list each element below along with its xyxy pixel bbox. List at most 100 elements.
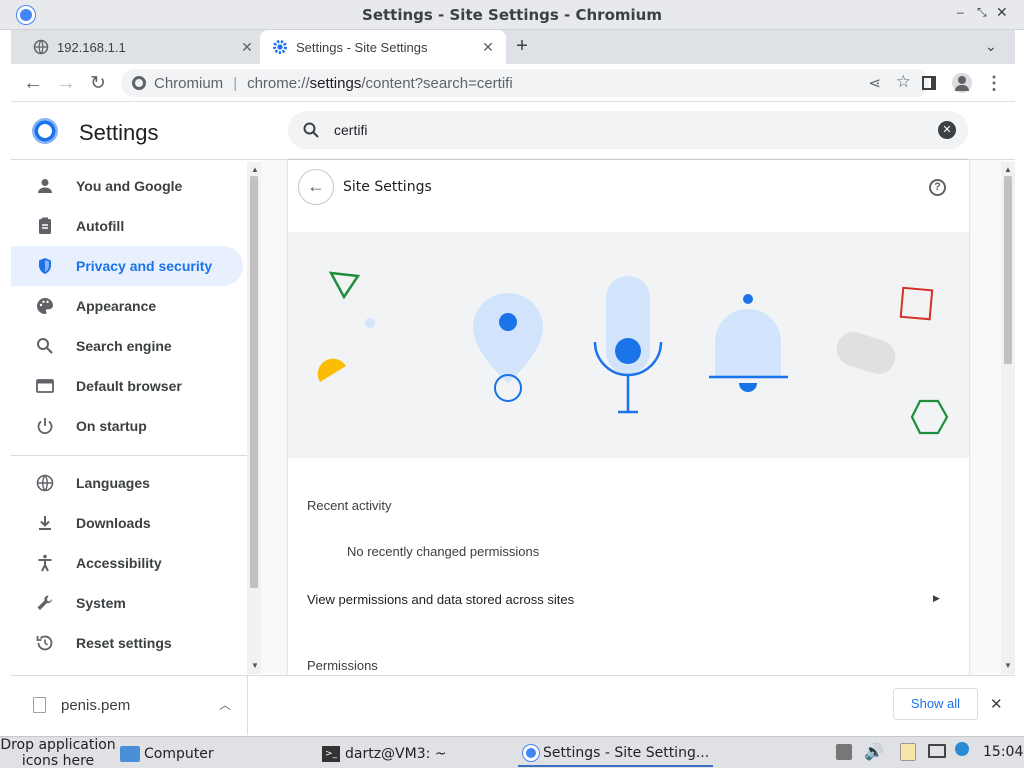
sidebar-item-on-startup[interactable]: On startup: [11, 406, 243, 446]
download-filename: penis.pem: [61, 697, 131, 714]
url-text: chrome://settings/content?search=certifi: [247, 75, 513, 92]
sidebar-scrollbar[interactable]: ▲ ▼: [247, 162, 261, 674]
volume-icon[interactable]: 🔊: [864, 742, 884, 761]
taskbar-label: Settings - Site Setting...: [543, 745, 710, 761]
view-permissions-row[interactable]: View permissions and data stored across …: [288, 581, 969, 617]
no-recent-text: No recently changed permissions: [347, 544, 540, 559]
search-input[interactable]: certifi: [334, 122, 367, 138]
sidebar-item-reset[interactable]: Reset settings: [11, 623, 243, 663]
close-window-icon[interactable]: ✕: [996, 4, 1012, 22]
settings-search[interactable]: certifi ✕: [288, 111, 968, 149]
profile-avatar-icon[interactable]: [948, 69, 976, 97]
tab-site-settings[interactable]: Settings - Site Settings ✕: [260, 30, 506, 64]
triangle-shape: [328, 271, 361, 300]
back-icon[interactable]: ←: [19, 69, 47, 97]
reload-icon[interactable]: ↻: [84, 69, 112, 97]
sidebar-item-search-engine[interactable]: Search engine: [11, 326, 243, 366]
url-host: settings: [309, 74, 362, 92]
clipboard-tray-icon[interactable]: [900, 743, 916, 761]
terminal-icon: >_: [322, 746, 340, 762]
show-all-button[interactable]: Show all: [893, 688, 978, 720]
half-circle-shape: [317, 358, 346, 382]
close-tab-icon[interactable]: ✕: [239, 39, 255, 55]
chevron-up-icon[interactable]: ︿: [219, 696, 231, 713]
url-scheme: chrome://: [247, 74, 310, 92]
taskbar-item-terminal[interactable]: >_ dartz@VM3: ~: [322, 741, 447, 767]
settings-header: Settings certifi ✕: [11, 102, 1015, 160]
main-scrollbar[interactable]: ▲ ▼: [1001, 162, 1015, 674]
sidebar-item-accessibility[interactable]: Accessibility: [11, 543, 243, 583]
globe-icon: [35, 473, 55, 493]
tab-search-icon[interactable]: ⌄: [985, 38, 1001, 54]
chromium-site-icon: [132, 76, 146, 90]
palette-icon: [35, 296, 55, 316]
main-scroll-thumb[interactable]: [1004, 176, 1012, 364]
sidebar-item-label: System: [76, 595, 126, 611]
sidebar-item-appearance[interactable]: Appearance: [11, 286, 243, 326]
accessibility-icon: [35, 553, 55, 573]
side-panel-icon[interactable]: [915, 69, 943, 97]
update-icon[interactable]: [955, 742, 969, 756]
sidebar-item-label: Autofill: [76, 218, 125, 234]
sidebar-item-label: Appearance: [76, 298, 157, 314]
close-tab-icon[interactable]: ✕: [480, 39, 496, 55]
sidebar-item-downloads[interactable]: Downloads: [11, 503, 243, 543]
permissions-illustration: [288, 232, 969, 458]
back-arrow-button[interactable]: ←: [298, 169, 334, 205]
new-tab-icon[interactable]: +: [511, 36, 533, 58]
settings-title: Settings: [79, 120, 159, 145]
power-icon: [35, 416, 55, 436]
close-download-bar-icon[interactable]: ✕: [990, 695, 1003, 713]
sidebar-item-you-and-google[interactable]: You and Google: [11, 166, 243, 206]
help-icon[interactable]: ?: [929, 179, 946, 196]
clock: 15:04: [983, 744, 1024, 760]
taskbar-label: Computer: [144, 746, 214, 762]
sidebar-item-label: Reset settings: [76, 635, 172, 651]
share-icon[interactable]: ⋖: [868, 74, 881, 92]
sidebar-item-label: Privacy and security: [76, 258, 213, 274]
download-icon: [35, 513, 55, 533]
sidebar-item-default-browser[interactable]: Default browser: [11, 366, 243, 406]
download-item[interactable]: penis.pem ︿: [11, 676, 248, 735]
forward-icon[interactable]: →: [52, 69, 80, 97]
minimize-icon[interactable]: –: [957, 5, 971, 23]
sidebar-item-label: Downloads: [76, 515, 151, 531]
tray-app-icon[interactable]: [836, 744, 852, 760]
taskbar-item-computer[interactable]: Computer: [120, 741, 214, 767]
bookmark-star-icon[interactable]: ☆: [896, 72, 911, 92]
sidebar-item-autofill[interactable]: Autofill: [11, 206, 243, 246]
divider: |: [233, 74, 238, 92]
sidebar-item-privacy[interactable]: Privacy and security: [11, 246, 243, 286]
sidebar-scroll-thumb[interactable]: [250, 176, 258, 588]
drop-hint-line2: icons here: [21, 753, 95, 768]
settings-logo-icon: [32, 118, 58, 144]
taskbar-item-chromium[interactable]: Settings - Site Setting...: [518, 741, 713, 767]
drop-hint-line1: Drop application: [0, 737, 116, 753]
clipboard-icon: [35, 216, 55, 236]
sidebar-item-label: Languages: [76, 475, 150, 491]
tab-router[interactable]: 192.168.1.1 ✕: [21, 30, 265, 64]
clear-search-icon[interactable]: ✕: [938, 121, 956, 139]
address-bar[interactable]: Chromium | chrome://settings/content?sea…: [121, 69, 929, 97]
bell-icon: [709, 294, 788, 392]
tab-label: Settings - Site Settings: [296, 39, 428, 55]
restore-icon[interactable]: ⤡: [977, 5, 991, 23]
drop-hint: Drop application icons here: [0, 737, 116, 768]
download-shelf: penis.pem ︿ Show all ✕: [11, 675, 1015, 735]
network-icon[interactable]: [928, 744, 946, 758]
sidebar-item-system[interactable]: System: [11, 583, 243, 623]
browser-toolbar: ← → ↻ Chromium | chrome://settings/conte…: [11, 64, 1015, 102]
tab-strip: 192.168.1.1 ✕ Settings - Site Settings ✕…: [11, 30, 1015, 64]
permissions-heading: Permissions: [307, 658, 378, 673]
folder-icon: [120, 746, 140, 762]
search-icon: [35, 336, 55, 356]
url-path: /content?search=certifi: [361, 74, 513, 92]
square-shape: [899, 286, 934, 321]
sidebar-item-languages[interactable]: Languages: [11, 463, 243, 503]
menu-kebab-icon[interactable]: ⋮: [980, 69, 1008, 97]
view-permissions-label: View permissions and data stored across …: [307, 592, 575, 607]
globe-icon: [33, 39, 49, 55]
chevron-right-icon: ▶: [933, 593, 940, 603]
sidebar-item-label: Search engine: [76, 338, 172, 354]
tab-label: 192.168.1.1: [57, 39, 126, 55]
